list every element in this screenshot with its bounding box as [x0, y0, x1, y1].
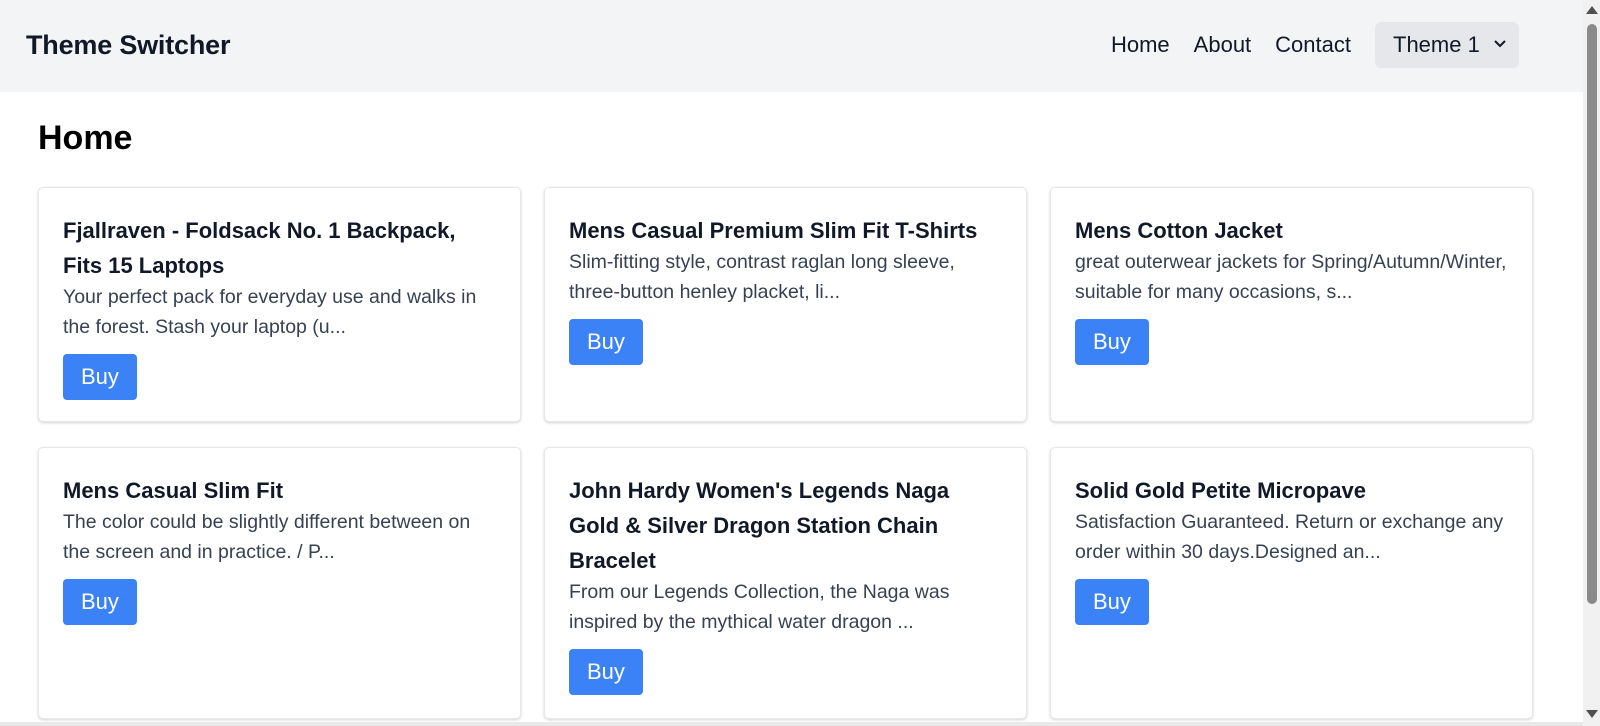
product-title: Mens Cotton Jacket — [1075, 218, 1283, 243]
bottom-edge — [0, 722, 1583, 726]
product-title: Fjallraven - Foldsack No. 1 Backpack, Fi… — [63, 218, 456, 278]
scroll-up-arrow-icon[interactable] — [1586, 6, 1598, 14]
main-nav: Home About Contact Theme 1 — [1111, 22, 1519, 68]
product-description: Satisfaction Guaranteed. Return or excha… — [1075, 511, 1504, 563]
scrollbar-thumb[interactable] — [1587, 24, 1597, 604]
buy-button[interactable]: Buy — [63, 579, 137, 625]
product-description: Slim-fitting style, contrast raglan long… — [569, 251, 955, 303]
vertical-scrollbar[interactable] — [1583, 0, 1600, 726]
theme-select[interactable]: Theme 1 — [1375, 22, 1519, 68]
buy-button[interactable]: Buy — [569, 319, 643, 365]
product-grid: Fjallraven - Foldsack No. 1 Backpack, Fi… — [38, 187, 1534, 719]
app-header: Theme Switcher Home About Contact Theme … — [0, 0, 1583, 92]
product-description: The color could be slightly different be… — [63, 511, 471, 563]
buy-button[interactable]: Buy — [1075, 579, 1149, 625]
page: Theme Switcher Home About Contact Theme … — [0, 0, 1583, 726]
product-title: John Hardy Women's Legends Naga Gold & S… — [569, 478, 950, 573]
product-card: Fjallraven - Foldsack No. 1 Backpack, Fi… — [38, 187, 521, 422]
scroll-down-arrow-icon[interactable] — [1586, 710, 1598, 718]
product-title: Solid Gold Petite Micropave — [1075, 478, 1366, 503]
product-card: Mens Cotton Jacket great outerwear jacke… — [1050, 187, 1533, 422]
product-title: Mens Casual Slim Fit — [63, 478, 284, 503]
product-description: Your perfect pack for everyday use and w… — [63, 286, 477, 338]
page-title: Home — [38, 119, 133, 157]
product-description: great outerwear jackets for Spring/Autum… — [1075, 251, 1507, 303]
theme-select-value: Theme 1 — [1393, 32, 1480, 57]
nav-link-about[interactable]: About — [1194, 22, 1252, 68]
product-card: Mens Casual Premium Slim Fit T-Shirts Sl… — [544, 187, 1027, 422]
brand-title: Theme Switcher — [26, 30, 231, 60]
buy-button[interactable]: Buy — [1075, 319, 1149, 365]
product-card: Mens Casual Slim Fit The color could be … — [38, 447, 521, 719]
product-card: John Hardy Women's Legends Naga Gold & S… — [544, 447, 1027, 719]
chevron-down-icon — [1494, 40, 1506, 48]
product-description: From our Legends Collection, the Naga wa… — [569, 581, 950, 633]
buy-button[interactable]: Buy — [63, 354, 137, 400]
product-title: Mens Casual Premium Slim Fit T-Shirts — [569, 218, 978, 243]
nav-link-home[interactable]: Home — [1111, 22, 1170, 68]
product-card: Solid Gold Petite Micropave Satisfaction… — [1050, 447, 1533, 719]
nav-link-contact[interactable]: Contact — [1275, 22, 1351, 68]
buy-button[interactable]: Buy — [569, 649, 643, 695]
